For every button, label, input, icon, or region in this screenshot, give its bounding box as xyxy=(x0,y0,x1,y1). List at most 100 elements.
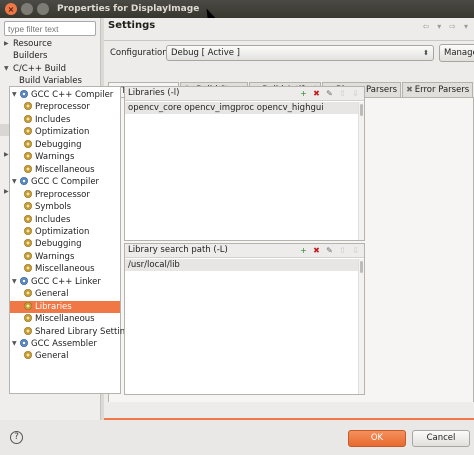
tool-tree-group[interactable]: ▼ GCC Assembler xyxy=(10,338,120,350)
option-gear-icon xyxy=(24,202,32,211)
tool-tree-item[interactable]: Includes xyxy=(10,114,120,126)
tool-tree-label: Miscellaneous xyxy=(35,264,95,275)
back-dropdown-icon[interactable]: ▾ xyxy=(437,22,441,31)
collapse-arrow-icon[interactable]: ▶ xyxy=(4,38,12,50)
ok-button[interactable]: OK xyxy=(348,430,406,447)
tool-tree-group[interactable]: ▼ GCC C++ Linker xyxy=(10,276,120,288)
option-gear-icon xyxy=(24,164,32,173)
tab-label: Error Parsers xyxy=(414,85,470,95)
option-gear-icon xyxy=(24,326,32,335)
scrollbar-thumb[interactable] xyxy=(360,104,363,116)
delete-library-icon[interactable]: ✖ xyxy=(312,89,321,98)
expand-arrow-icon[interactable]: ▼ xyxy=(12,338,17,350)
option-gear-icon xyxy=(24,314,32,323)
tool-tree-item[interactable]: Libraries xyxy=(10,300,120,314)
window-titlebar: × Properties for DisplayImage xyxy=(0,0,474,18)
help-icon[interactable]: ? xyxy=(10,431,23,444)
library-path-panel: Library search path (-L) + ✖ ✎ ⇧ ⇩ /usr/… xyxy=(124,243,365,395)
dropdown-arrow-icon: ⬍ xyxy=(423,49,429,57)
tool-tree-label: Miscellaneous xyxy=(35,314,95,325)
option-gear-icon xyxy=(24,139,32,148)
tool-icon xyxy=(20,276,28,285)
tool-tree-label: Libraries xyxy=(35,301,72,312)
add-library-icon[interactable]: + xyxy=(299,89,308,98)
cancel-button[interactable]: Cancel xyxy=(412,430,470,447)
edit-path-icon[interactable]: ✎ xyxy=(325,246,334,255)
tool-tree-label: Optimization xyxy=(35,226,90,237)
add-path-icon[interactable]: + xyxy=(299,246,308,255)
nav-item[interactable]: ▶ Resource xyxy=(0,38,100,50)
tool-tree-item[interactable]: General xyxy=(10,350,120,362)
tool-tree-item[interactable]: Warnings xyxy=(10,151,120,163)
filter-input[interactable] xyxy=(4,21,96,36)
libraries-header: Libraries (-l) + ✖ ✎ ⇧ ⇩ xyxy=(125,87,364,101)
option-gear-icon xyxy=(24,214,32,223)
configuration-select[interactable]: Debug [ Active ] ⬍ xyxy=(166,45,434,61)
tool-tree-label: Includes xyxy=(35,114,71,125)
minimize-window-button[interactable] xyxy=(21,3,33,15)
edit-library-icon[interactable]: ✎ xyxy=(325,89,334,98)
option-gear-icon xyxy=(24,114,32,123)
tool-tree-label: Debugging xyxy=(35,239,82,250)
option-gear-icon xyxy=(24,226,32,235)
tool-tree-group[interactable]: ▼ GCC C Compiler xyxy=(10,176,120,188)
tool-tree-item[interactable]: Symbols xyxy=(10,201,120,213)
option-gear-icon xyxy=(24,239,32,248)
manage-configurations-button[interactable]: Manage xyxy=(439,44,474,62)
option-gear-icon xyxy=(24,127,32,136)
expand-arrow-icon[interactable]: ▼ xyxy=(12,89,17,101)
close-window-button[interactable]: × xyxy=(5,3,17,15)
tool-tree-group[interactable]: ▼ GCC C++ Compiler xyxy=(10,89,120,101)
tool-tree-item[interactable]: Miscellaneous xyxy=(10,313,120,325)
scrollbar[interactable] xyxy=(358,259,364,394)
option-gear-icon xyxy=(24,289,32,298)
page-title: Settings xyxy=(108,20,156,31)
tool-tree-item[interactable]: Debugging xyxy=(10,139,120,151)
move-up-icon[interactable]: ⇧ xyxy=(338,246,347,255)
tool-tree-label: GCC Assembler xyxy=(31,339,97,349)
tool-icon xyxy=(20,177,28,186)
move-down-icon[interactable]: ⇩ xyxy=(351,89,360,98)
nav-item[interactable]: Builders xyxy=(0,50,100,62)
tool-tree-label: General xyxy=(35,351,69,362)
tool-tree-label: Warnings xyxy=(35,251,75,262)
option-gear-icon xyxy=(24,251,32,260)
tool-tree-item[interactable]: Optimization xyxy=(10,126,120,138)
tool-tree-label: Symbols xyxy=(35,202,72,213)
settings-tab[interactable]: ✖ Error Parsers xyxy=(402,82,474,97)
tool-tree-item[interactable]: Miscellaneous xyxy=(10,164,120,176)
scrollbar[interactable] xyxy=(358,102,364,240)
tool-tree-item[interactable]: Miscellaneous xyxy=(10,263,120,275)
option-gear-icon xyxy=(24,189,32,198)
delete-path-icon[interactable]: ✖ xyxy=(312,246,321,255)
tool-tree-item[interactable]: General xyxy=(10,288,120,300)
expand-arrow-icon[interactable]: ▼ xyxy=(12,276,17,288)
back-arrow-icon[interactable]: ⇦ xyxy=(423,22,430,31)
nav-item-label: Build Variables xyxy=(19,75,82,86)
library-list-item[interactable]: opencv_core opencv_imgproc opencv_highgu… xyxy=(125,102,364,114)
view-menu-icon[interactable]: ▾ xyxy=(464,22,468,31)
tool-tree-item[interactable]: Preprocessor xyxy=(10,189,120,201)
nav-item-label: C/C++ Build xyxy=(13,63,67,74)
tool-tree: ▼ GCC C++ Compiler Preprocessor Includes Opt… xyxy=(9,86,135,394)
libraries-header-label: Libraries (-l) xyxy=(128,88,180,98)
scrollbar-thumb[interactable] xyxy=(360,261,363,273)
nav-item[interactable]: ▼ C/C++ Build xyxy=(0,63,100,75)
tool-tree-item[interactable]: Optimization xyxy=(10,226,120,238)
library-path-item[interactable]: /usr/local/lib xyxy=(125,259,364,271)
maximize-window-button[interactable] xyxy=(37,3,49,15)
tool-tree-label: Includes xyxy=(35,214,71,225)
expand-arrow-icon[interactable]: ▼ xyxy=(12,176,17,188)
move-up-icon[interactable]: ⇧ xyxy=(338,89,347,98)
tool-tree-label: Debugging xyxy=(35,139,82,150)
tool-tree-item[interactable]: Includes xyxy=(10,214,120,226)
tool-tree-label: GCC C++ Compiler xyxy=(31,90,114,100)
tab-icon: ✖ xyxy=(406,85,413,94)
forward-arrow-icon[interactable]: ⇨ xyxy=(449,22,456,31)
tool-tree-item[interactable]: Warnings xyxy=(10,251,120,263)
tool-tree-item[interactable]: Preprocessor xyxy=(10,101,120,113)
tool-tree-item[interactable]: Shared Library Settings xyxy=(10,326,135,338)
move-down-icon[interactable]: ⇩ xyxy=(351,246,360,255)
expand-arrow-icon[interactable]: ▼ xyxy=(4,63,12,75)
tool-tree-item[interactable]: Debugging xyxy=(10,238,120,250)
